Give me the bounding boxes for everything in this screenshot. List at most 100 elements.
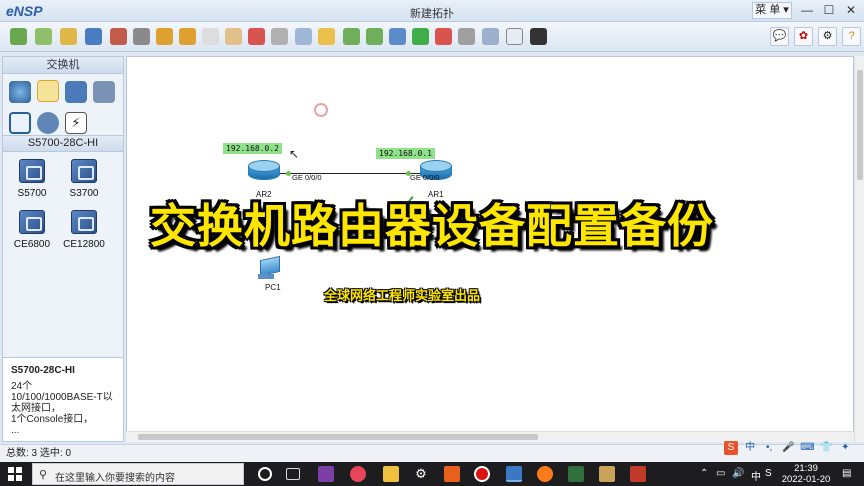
search-placeholder: 在这里输入你要搜索的内容 [55, 473, 175, 484]
volume-icon[interactable]: 🔊 [732, 468, 744, 479]
undo-icon[interactable] [156, 28, 173, 45]
overlay-subtitle: 全球网络工程师实验室出品 [323, 288, 480, 303]
folder-icon[interactable] [383, 466, 399, 482]
virtualbox-icon[interactable] [568, 466, 584, 482]
zoom-in-icon[interactable] [343, 28, 360, 45]
status-text: 总数: 3 选中: 0 [6, 448, 72, 459]
overlay-title: 交换机路由器设备配置备份 [150, 199, 714, 253]
onenote-icon[interactable] [318, 466, 334, 482]
scroll-thumb[interactable] [138, 434, 538, 440]
start-device-icon[interactable] [412, 28, 429, 45]
ime-toolbar[interactable]: S 中 •, 🎤 ⌨ 👕 ✦ [724, 441, 864, 458]
vertical-scrollbar[interactable] [854, 56, 864, 442]
save-icon[interactable] [85, 28, 102, 45]
select-pointer-icon[interactable] [202, 28, 219, 45]
ip-label-ar1[interactable]: 192.168.0.1 [376, 148, 435, 159]
new-topology-icon[interactable] [10, 28, 27, 45]
device-model-header: S5700-28C-HI [3, 135, 123, 152]
app-red-icon[interactable] [630, 466, 646, 482]
description-line: 太网接口， [11, 403, 61, 414]
scroll-thumb[interactable] [857, 70, 863, 180]
voice-icon[interactable]: 🎤 [781, 441, 795, 455]
new-example-icon[interactable] [35, 28, 52, 45]
toolbox-icon[interactable]: ✦ [838, 441, 852, 455]
camera-app-icon[interactable] [350, 466, 366, 482]
text-note-icon[interactable] [295, 28, 312, 45]
notification-icon[interactable]: ▤ [842, 468, 851, 479]
sogou-logo-icon[interactable]: S [724, 441, 738, 455]
palette-icon[interactable] [318, 28, 335, 45]
cable-category-icon[interactable]: ⚡ [65, 112, 87, 134]
port-status-dot [286, 171, 291, 176]
tray-chevron-icon[interactable]: ⌃ [700, 468, 708, 479]
port-label-ar1: GE 0/0/0 [410, 173, 440, 182]
punctuation-icon[interactable]: •, [762, 441, 776, 455]
minimize-button[interactable]: — [796, 1, 818, 19]
toolbar: 💬 ✿ ⚙ ? [0, 22, 864, 52]
keyboard-icon[interactable]: ⌨ [800, 441, 814, 455]
record-icon[interactable] [474, 466, 490, 482]
router-ar2[interactable] [248, 160, 280, 184]
grid-icon[interactable] [506, 28, 523, 45]
hand-pan-icon[interactable] [225, 28, 242, 45]
description-line: 24个 10/100/1000BASE-T以 [11, 381, 113, 403]
description-line: ... [11, 425, 20, 436]
help-icon[interactable]: ? [842, 27, 861, 46]
firefox-icon[interactable] [537, 466, 553, 482]
task-view-icon[interactable] [286, 468, 300, 480]
ip-label-ar2[interactable]: 192.168.0.2 [223, 143, 282, 154]
title-bar: eNSP 新建拓扑 菜 单 ▾ — ☐ ✕ [0, 0, 864, 22]
device-description: S5700-28C-HI 24个 10/100/1000BASE-T以 太网接口… [2, 357, 124, 442]
search-icon: ⚲ [39, 469, 48, 481]
menu-label: 菜 单 [755, 4, 781, 16]
chat-icon[interactable]: 💬 [770, 27, 789, 46]
delete-link-icon[interactable] [271, 28, 288, 45]
cloud-category-icon[interactable] [37, 112, 59, 134]
wireless-category-icon[interactable] [65, 81, 87, 103]
stop-device-icon[interactable] [435, 28, 452, 45]
taskbar-search[interactable]: ⚲ 在这里输入你要搜索的内容 [32, 463, 244, 485]
save-as-icon[interactable] [110, 28, 127, 45]
switch-icon [71, 159, 97, 183]
taskbar-clock[interactable]: 21:39 2022-01-20 [778, 463, 834, 485]
menu-button[interactable]: 菜 单 ▾ [752, 2, 792, 19]
pc-icon[interactable] [256, 255, 282, 282]
clock-time: 21:39 [794, 463, 818, 474]
fit-view-icon[interactable] [389, 28, 406, 45]
redo-icon[interactable] [179, 28, 196, 45]
tray-lang[interactable]: 中 [751, 468, 761, 483]
router-category-icon[interactable] [9, 81, 31, 103]
ensp-window: eNSP 新建拓扑 菜 单 ▾ — ☐ ✕ 💬 ✿ ⚙ ? 交换机 ⚡ S570… [0, 0, 864, 486]
cli-icon[interactable] [458, 28, 475, 45]
skin-icon[interactable]: 👕 [819, 441, 833, 455]
close-button[interactable]: ✕ [840, 1, 862, 19]
window-title: 新建拓扑 [410, 8, 454, 20]
ensp-taskbar-icon[interactable] [506, 466, 522, 482]
capture-icon[interactable] [482, 28, 499, 45]
ime-tray-icon[interactable]: S [765, 468, 772, 479]
settings-icon[interactable]: ⚙ [413, 466, 429, 482]
description-line: 1个Console接口， [11, 414, 94, 425]
zoom-out-icon[interactable] [366, 28, 383, 45]
cortana-icon[interactable] [258, 467, 272, 481]
network-icon[interactable]: ▭ [716, 468, 725, 479]
ime-mode-icon[interactable]: 中 [743, 441, 757, 455]
delete-icon[interactable] [248, 28, 265, 45]
taskbar: ⚲ 在这里输入你要搜索的内容 ⚙ ⌃ ▭ 🔊 中 S 21:39 2022-01… [0, 462, 864, 486]
windows-start-icon[interactable] [8, 467, 22, 481]
category-header: 交换机 [3, 57, 123, 74]
description-title: S5700-28C-HI [11, 365, 75, 376]
app-orange-icon[interactable] [444, 466, 460, 482]
huawei-logo-icon[interactable]: ✿ [794, 27, 813, 46]
open-file-icon[interactable] [60, 28, 77, 45]
tool-icon[interactable] [599, 466, 615, 482]
print-icon[interactable] [133, 28, 150, 45]
firewall-category-icon[interactable] [93, 81, 115, 103]
pc-category-icon[interactable] [9, 112, 31, 134]
switch-category-icon[interactable] [37, 80, 59, 102]
switch-icon [19, 159, 45, 183]
maximize-button[interactable]: ☐ [818, 1, 840, 19]
topo-image-icon[interactable] [530, 28, 547, 45]
cursor-ring-icon [314, 103, 328, 117]
settings-gear-icon[interactable]: ⚙ [818, 27, 837, 46]
